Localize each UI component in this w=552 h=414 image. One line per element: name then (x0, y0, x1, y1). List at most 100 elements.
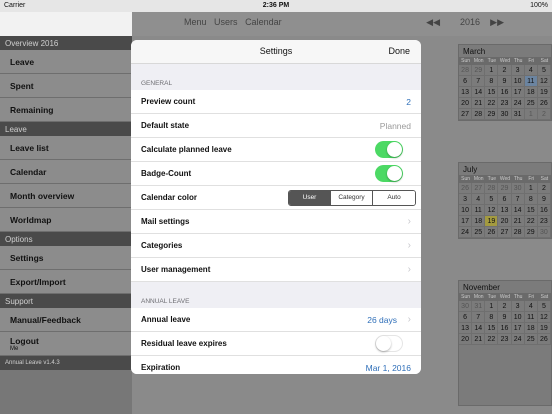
calendar-day[interactable]: 4 (472, 194, 486, 205)
sidebar-item-calendar[interactable]: Calendar (0, 160, 132, 184)
residual-expires-toggle[interactable] (375, 335, 403, 352)
calendar-day[interactable]: 7 (511, 194, 525, 205)
calendar-day[interactable]: 5 (485, 194, 499, 205)
calendar-day[interactable]: 29 (472, 65, 486, 76)
calculate-planned-toggle[interactable] (375, 141, 403, 158)
calendar-day[interactable]: 23 (537, 216, 551, 227)
calendar-day[interactable]: 6 (498, 194, 512, 205)
calendar-day[interactable]: 15 (485, 87, 499, 98)
calendar-day[interactable]: 11 (524, 312, 538, 323)
calendar-day[interactable]: 26 (537, 334, 551, 345)
month-november[interactable]: November Sun Mon Tue Wed Thu Fri Sat 30 31 1 2 3 4 5… (458, 280, 552, 406)
calendar-day[interactable]: 20 (459, 98, 473, 109)
calendar-day[interactable]: 13 (459, 323, 473, 334)
default-state-row[interactable]: Default state Planned (131, 114, 421, 138)
sidebar-item-worldmap[interactable]: Worldmap (0, 208, 132, 232)
calendar-day[interactable]: 23 (498, 334, 512, 345)
month-march[interactable]: March Sun Mon Tue Wed Thu Fri Sat 28 29 1 2 3 4 5 6 7 8… (458, 44, 552, 121)
calendar-day[interactable]: 6 (459, 76, 473, 87)
prev-year-icon[interactable]: ◀◀ (426, 17, 440, 28)
calendar-day[interactable]: 28 (459, 65, 473, 76)
badge-count-toggle[interactable] (375, 165, 403, 182)
sidebar-item-logout[interactable]: Logout Me (0, 332, 132, 356)
calendar-day[interactable]: 16 (498, 87, 512, 98)
categories-row[interactable]: Categories › (131, 234, 421, 258)
calendar-day[interactable]: 22 (485, 98, 499, 109)
calendar-day[interactable]: 28 (472, 109, 486, 120)
calendar-day[interactable]: 19 (537, 323, 551, 334)
calendar-day[interactable]: 17 (511, 323, 525, 334)
calendar-day[interactable]: 14 (472, 87, 486, 98)
calendar-day[interactable]: 12 (485, 205, 499, 216)
calendar-day[interactable]: 17 (511, 87, 525, 98)
calendar-day[interactable]: 15 (524, 205, 538, 216)
mail-settings-row[interactable]: Mail settings › (131, 210, 421, 234)
calendar-day[interactable]: 30 (459, 301, 473, 312)
nav-menu-link[interactable]: Menu (184, 17, 207, 27)
calendar-day[interactable]: 20 (498, 216, 512, 227)
calendar-day[interactable]: 18 (472, 216, 486, 227)
calendar-day[interactable]: 21 (472, 98, 486, 109)
calendar-day[interactable]: 24 (459, 227, 473, 238)
calendar-day[interactable]: 3 (459, 194, 473, 205)
next-year-icon[interactable]: ▶▶ (490, 17, 504, 28)
calendar-day[interactable]: 20 (459, 334, 473, 345)
calendar-day[interactable]: 18 (524, 87, 538, 98)
sidebar-item-month-overview[interactable]: Month overview (0, 184, 132, 208)
calendar-day[interactable]: 22 (485, 334, 499, 345)
calendar-day[interactable]: 9 (498, 76, 512, 87)
segment-user[interactable]: User (289, 190, 331, 205)
calendar-day[interactable]: 26 (459, 183, 473, 194)
calendar-day[interactable]: 1 (524, 183, 538, 194)
done-button[interactable]: Done (388, 46, 410, 56)
calendar-day[interactable]: 31 (511, 109, 525, 120)
calendar-day[interactable]: 26 (537, 98, 551, 109)
expiration-row[interactable]: Expiration Mar 1, 2016 (131, 356, 421, 374)
nav-users-link[interactable]: Users (214, 17, 238, 27)
calendar-day[interactable]: 12 (537, 312, 551, 323)
calendar-day[interactable]: 12 (537, 76, 551, 87)
calendar-day[interactable]: 16 (537, 205, 551, 216)
calendar-day[interactable]: 26 (485, 227, 499, 238)
calendar-day[interactable]: 5 (537, 301, 551, 312)
calendar-day[interactable]: 19 (537, 87, 551, 98)
calendar-day[interactable]: 14 (511, 205, 525, 216)
calendar-day[interactable]: 21 (472, 334, 486, 345)
calendar-day[interactable]: 30 (498, 109, 512, 120)
calendar-day[interactable]: 30 (511, 183, 525, 194)
calendar-day[interactable]: 21 (511, 216, 525, 227)
calendar-day[interactable]: 2 (537, 109, 551, 120)
calendar-day[interactable]: 31 (472, 301, 486, 312)
calendar-day[interactable]: 1 (524, 109, 538, 120)
calendar-day[interactable]: 24 (511, 334, 525, 345)
calendar-day[interactable]: 18 (524, 323, 538, 334)
sidebar-item-export-import[interactable]: Export/Import (0, 270, 132, 294)
calendar-day[interactable]: 30 (537, 227, 551, 238)
month-july[interactable]: July Sun Mon Tue Wed Thu Fri Sat 26 27 28 29 30 1 2 3… (458, 162, 552, 239)
calendar-day[interactable]: 7 (472, 312, 486, 323)
calendar-day[interactable]: 3 (511, 65, 525, 76)
calendar-day[interactable]: 1 (485, 65, 499, 76)
sidebar-item-manual-feedback[interactable]: Manual/Feedback (0, 308, 132, 332)
calendar-day[interactable]: 7 (472, 76, 486, 87)
calendar-day[interactable]: 2 (498, 301, 512, 312)
calendar-day[interactable]: 29 (524, 227, 538, 238)
calendar-day[interactable]: 2 (498, 65, 512, 76)
calendar-day[interactable]: 9 (537, 194, 551, 205)
calendar-day[interactable]: 14 (472, 323, 486, 334)
sidebar-item-remaining[interactable]: Remaining (0, 98, 132, 122)
calendar-day[interactable]: 27 (498, 227, 512, 238)
calendar-day[interactable]: 2 (537, 183, 551, 194)
calendar-day[interactable]: 25 (524, 334, 538, 345)
calendar-day[interactable]: 13 (459, 87, 473, 98)
user-management-row[interactable]: User management › (131, 258, 421, 282)
calendar-day[interactable]: 27 (472, 183, 486, 194)
calendar-day[interactable]: 13 (498, 205, 512, 216)
calendar-day[interactable]: 8 (524, 194, 538, 205)
calendar-day[interactable]: 29 (485, 109, 499, 120)
calendar-day[interactable]: 19 (485, 216, 499, 227)
preview-count-row[interactable]: Preview count 2 (131, 90, 421, 114)
annual-leave-row[interactable]: Annual leave 26 days › (131, 308, 421, 332)
calendar-day[interactable]: 28 (485, 183, 499, 194)
calendar-day[interactable]: 22 (524, 216, 538, 227)
